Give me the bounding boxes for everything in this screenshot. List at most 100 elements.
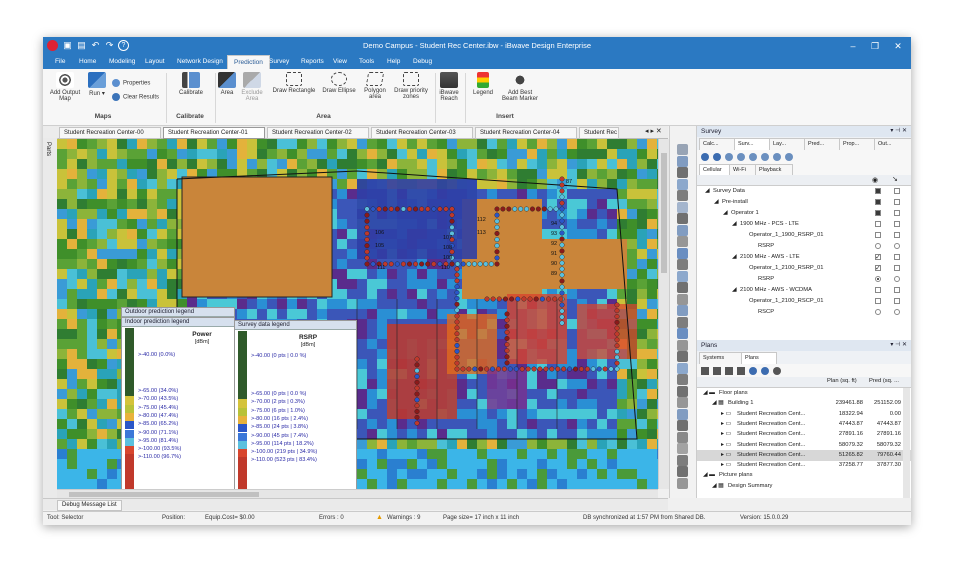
survey-point[interactable]	[449, 224, 455, 230]
tool-icon[interactable]	[677, 362, 688, 374]
survey-point[interactable]	[484, 296, 490, 302]
col-plan-header[interactable]: Plan (sq. ft)	[827, 378, 857, 384]
survey-point[interactable]	[414, 414, 420, 420]
indoor-prediction-legend[interactable]: Indoor prediction legend Power [dBm] >-4…	[121, 317, 235, 489]
survey-point[interactable]	[394, 206, 400, 212]
survey-point[interactable]	[388, 261, 394, 267]
survey-point[interactable]	[454, 284, 460, 290]
tool-icon[interactable]	[677, 167, 688, 178]
tool-icon[interactable]	[677, 351, 688, 362]
survey-point[interactable]	[504, 342, 510, 348]
survey-point[interactable]	[431, 206, 437, 212]
menu-layout[interactable]: Layout	[139, 55, 171, 69]
survey-point[interactable]	[559, 272, 565, 278]
survey-point[interactable]	[596, 366, 602, 372]
survey-point[interactable]	[614, 319, 620, 325]
survey-point[interactable]	[431, 261, 437, 267]
survey-point[interactable]	[454, 278, 460, 284]
survey-point[interactable]	[518, 206, 524, 212]
survey-point[interactable]	[543, 366, 549, 372]
survey-point[interactable]	[539, 296, 545, 302]
status-warnings[interactable]: Warnings : 9	[387, 515, 420, 521]
tool-icon[interactable]	[677, 420, 688, 431]
survey-point[interactable]	[364, 237, 370, 243]
survey-point[interactable]	[549, 366, 555, 372]
tree-expander-icon[interactable]: ◢	[714, 197, 718, 208]
menu-network-design[interactable]: Network Design	[171, 55, 229, 69]
survey-point[interactable]	[547, 206, 553, 212]
tool-icon[interactable]	[677, 477, 688, 489]
survey-point[interactable]	[454, 366, 460, 372]
visibility-checkbox[interactable]	[875, 298, 881, 304]
survey-point[interactable]	[364, 212, 370, 218]
survey-point[interactable]	[608, 366, 614, 372]
survey-toolbar-icon[interactable]	[737, 153, 745, 161]
selection-checkbox[interactable]	[894, 309, 900, 315]
survey-point[interactable]	[614, 366, 620, 372]
tool-icon[interactable]	[677, 339, 688, 351]
survey-point[interactable]	[512, 206, 518, 212]
survey-point[interactable]	[559, 230, 565, 236]
survey-point[interactable]	[454, 325, 460, 331]
survey-point[interactable]	[559, 314, 565, 320]
survey-point[interactable]	[400, 206, 406, 212]
survey-point[interactable]	[449, 261, 455, 267]
survey-point[interactable]	[559, 206, 565, 212]
survey-point[interactable]	[509, 296, 515, 302]
survey-point[interactable]	[614, 325, 620, 331]
survey-point[interactable]	[454, 348, 460, 354]
survey-point[interactable]	[529, 206, 535, 212]
survey-point[interactable]	[537, 366, 543, 372]
survey-point[interactable]	[559, 218, 565, 224]
survey-point[interactable]	[614, 343, 620, 349]
survey-point[interactable]	[419, 206, 425, 212]
survey-point[interactable]	[472, 366, 478, 372]
plans-tree-row[interactable]: ◢ ▦ Design Summary	[697, 481, 911, 492]
survey-point[interactable]	[454, 331, 460, 337]
survey-point[interactable]	[400, 261, 406, 267]
survey-point[interactable]	[449, 218, 455, 224]
survey-point[interactable]	[559, 194, 565, 200]
survey-point[interactable]	[614, 308, 620, 314]
survey-point[interactable]	[419, 261, 425, 267]
tool-icon[interactable]	[677, 466, 688, 477]
visibility-checkbox[interactable]	[875, 287, 881, 293]
survey-point[interactable]	[414, 397, 420, 403]
survey-tree-row[interactable]: Operator_1_2100_RSRP_01	[697, 263, 911, 274]
tool-icon[interactable]	[677, 305, 688, 316]
survey-point[interactable]	[502, 296, 508, 302]
survey-point[interactable]	[364, 261, 370, 267]
survey-tree-row[interactable]: ◢ Survey Data	[697, 186, 911, 197]
survey-point[interactable]	[614, 348, 620, 354]
menu-survey[interactable]: Survey	[263, 55, 295, 69]
survey-point[interactable]	[559, 302, 565, 308]
survey-point[interactable]	[454, 272, 460, 278]
clear-results-button[interactable]: Clear Results	[112, 93, 159, 101]
plans-toolbar-icon[interactable]	[749, 367, 757, 375]
tool-icon[interactable]	[677, 155, 688, 167]
survey-point[interactable]	[494, 237, 500, 243]
floor-tab[interactable]: Student Recreation Center-01	[163, 127, 265, 139]
survey-point[interactable]	[504, 335, 510, 341]
survey-point[interactable]	[496, 296, 502, 302]
survey-point[interactable]	[527, 296, 533, 302]
survey-point[interactable]	[460, 366, 466, 372]
selection-checkbox[interactable]	[894, 232, 900, 238]
survey-point[interactable]	[559, 320, 565, 326]
survey-point[interactable]	[559, 278, 565, 284]
survey-point[interactable]	[454, 342, 460, 348]
survey-point[interactable]	[454, 319, 460, 325]
survey-point[interactable]	[407, 206, 413, 212]
survey-point[interactable]	[370, 206, 376, 212]
survey-point[interactable]	[454, 360, 460, 366]
legend-button[interactable]: Legend	[470, 72, 496, 96]
survey-point[interactable]	[584, 366, 590, 372]
plans-toolbar-icon[interactable]	[701, 367, 709, 375]
survey-point[interactable]	[364, 206, 370, 212]
survey-point[interactable]	[553, 206, 559, 212]
survey-point[interactable]	[414, 373, 420, 379]
add-output-map-button[interactable]: Add Output Map	[46, 72, 84, 102]
survey-point[interactable]	[454, 337, 460, 343]
survey-point[interactable]	[504, 323, 510, 329]
survey-point[interactable]	[519, 366, 525, 372]
